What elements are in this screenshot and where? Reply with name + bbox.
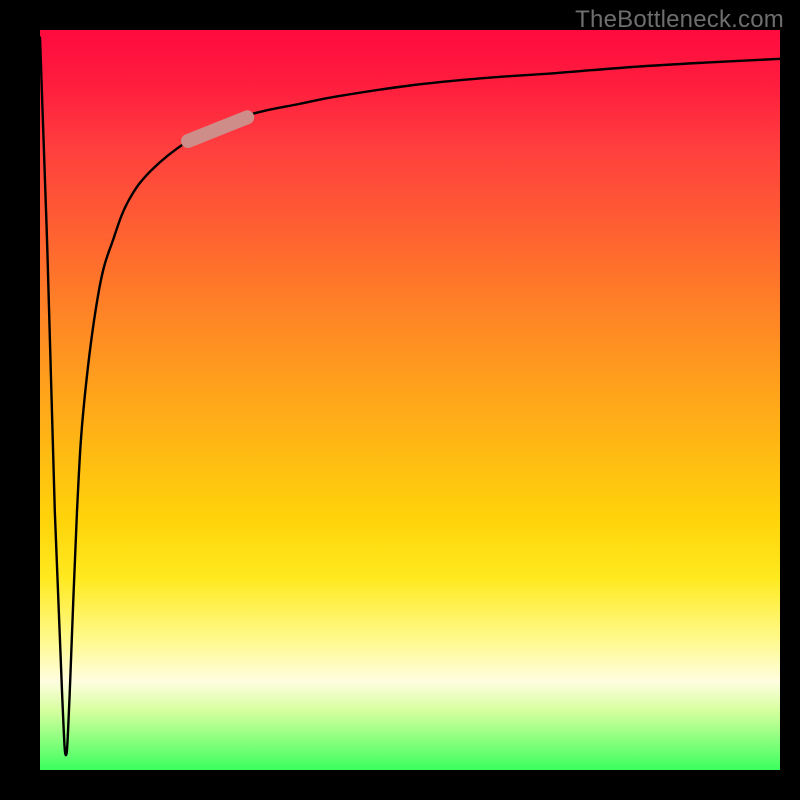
watermark-text: TheBottleneck.com [575,6,784,34]
curve-svg [40,30,780,770]
chart-root: TheBottleneck.com [0,0,800,800]
highlight-band-path [188,117,247,141]
bottleneck-curve-path [40,37,780,755]
plot-area [40,30,780,770]
